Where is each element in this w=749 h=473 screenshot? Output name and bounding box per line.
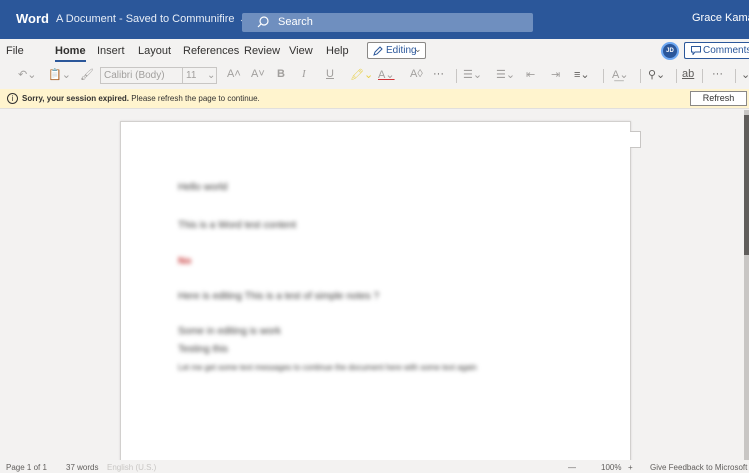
zoom-level[interactable]: 100%: [601, 463, 621, 472]
numbering-icon[interactable]: ☰⌄: [496, 68, 515, 81]
italic-icon[interactable]: I: [302, 68, 306, 80]
document-line[interactable]: Some in editing is work: [178, 326, 281, 337]
user-name[interactable]: Grace Kamau: [692, 12, 749, 24]
decrease-indent-icon[interactable]: ⇤: [526, 68, 535, 81]
menu-tabs: File Home Insert Layout References Revie…: [0, 39, 749, 63]
status-bar: Page 1 of 1 37 words English (U.S.) — 10…: [0, 460, 749, 473]
bold-icon[interactable]: B: [277, 68, 285, 80]
chevron-down-icon[interactable]: ⌄: [741, 68, 749, 81]
tab-review[interactable]: Review: [244, 45, 280, 57]
zoom-out-button[interactable]: —: [568, 463, 576, 472]
document-line[interactable]: No: [178, 256, 191, 267]
document-line[interactable]: Testing this: [178, 344, 228, 355]
notification-body: Please refresh the page to continue.: [131, 94, 260, 103]
increase-indent-icon[interactable]: ⇥: [551, 68, 560, 81]
find-icon[interactable]: ⚲⌄: [648, 68, 665, 81]
search-icon: [257, 16, 269, 28]
tab-references[interactable]: References: [183, 45, 239, 57]
ribbon-divider: [456, 69, 457, 83]
search-input[interactable]: Search: [242, 13, 533, 32]
title-bar: Word A Document - Saved to Communifire ⌄…: [0, 0, 749, 39]
ribbon-toolbar: ↶⌄ 📋⌄ 🖌 Calibri (Body) ⌄ 11 ⌄ A˄ A˅ B I …: [0, 63, 749, 89]
more-options-icon[interactable]: ···: [712, 68, 723, 80]
undo-icon[interactable]: ↶⌄: [18, 68, 36, 81]
bullets-icon[interactable]: ☰⌄: [463, 68, 482, 81]
align-icon[interactable]: ≡⌄: [574, 68, 590, 81]
dictate-icon[interactable]: ab: [682, 68, 694, 80]
zoom-in-button[interactable]: +: [628, 463, 633, 472]
chevron-down-icon: ⌄: [414, 44, 422, 54]
document-title-text: A Document - Saved to Communifire: [56, 13, 235, 25]
document-page[interactable]: Hello world This is a Word test content …: [120, 121, 631, 473]
pencil-icon: [373, 46, 383, 56]
tab-insert[interactable]: Insert: [97, 45, 125, 57]
feedback-link[interactable]: Give Feedback to Microsoft: [650, 463, 747, 472]
avatar[interactable]: JD: [661, 42, 679, 60]
font-name-select[interactable]: Calibri (Body) ⌄: [100, 67, 193, 84]
ribbon-divider: [735, 69, 736, 83]
format-painter-icon[interactable]: 🖌: [80, 68, 94, 81]
comments-label: Comments: [703, 45, 749, 56]
notification-title: Sorry, your session expired.: [22, 94, 130, 103]
ribbon-divider: [676, 69, 677, 83]
font-size-select[interactable]: 11 ⌄: [182, 67, 217, 84]
search-placeholder: Search: [278, 16, 313, 28]
tab-help[interactable]: Help: [326, 45, 349, 57]
page-side-tab[interactable]: [630, 131, 641, 148]
highlight-icon[interactable]: 🖍⌄: [350, 68, 373, 81]
tab-home[interactable]: Home: [55, 45, 86, 62]
document-line[interactable]: Hello world: [178, 182, 227, 193]
more-icon[interactable]: ···: [433, 68, 444, 80]
tab-file[interactable]: File: [6, 45, 24, 57]
session-expired-banner: i Sorry, your session expired. Please re…: [0, 89, 749, 109]
clear-format-icon[interactable]: A◊: [410, 68, 423, 80]
notification-message: Sorry, your session expired. Please refr…: [22, 94, 260, 103]
grow-font-icon[interactable]: A˄: [227, 68, 241, 80]
tab-layout[interactable]: Layout: [138, 45, 171, 57]
language[interactable]: English (U.S.): [107, 463, 156, 472]
document-line[interactable]: Let me get some text messages to continu…: [178, 363, 477, 372]
chevron-down-icon: ⌄: [207, 70, 216, 81]
tab-view[interactable]: View: [289, 45, 313, 57]
editing-mode-label: Editing: [386, 45, 417, 56]
app-name[interactable]: Word: [16, 11, 49, 26]
document-line[interactable]: This is a Word test content: [178, 220, 296, 231]
editing-mode-button[interactable]: Editing ⌄: [367, 42, 426, 59]
ribbon-divider: [702, 69, 703, 83]
styles-icon[interactable]: A͟⌄: [612, 68, 629, 81]
font-name-value: Calibri (Body): [104, 70, 165, 81]
underline-icon[interactable]: U: [326, 68, 334, 80]
comment-icon: [691, 46, 701, 55]
scrollbar-thumb[interactable]: [744, 115, 749, 255]
shrink-font-icon[interactable]: A˅: [251, 68, 265, 80]
clipboard-icon[interactable]: 📋⌄: [48, 68, 71, 81]
comments-button[interactable]: Comments: [684, 42, 749, 59]
document-title[interactable]: A Document - Saved to Communifire ⌄: [56, 13, 247, 25]
document-line[interactable]: Here is editing This is a test of simple…: [178, 291, 379, 302]
ribbon-divider: [603, 69, 604, 83]
info-icon: i: [7, 93, 18, 104]
font-color-icon[interactable]: A⌄: [378, 68, 395, 81]
ribbon-divider: [640, 69, 641, 83]
page-count: Page 1 of 1: [6, 463, 47, 472]
refresh-button[interactable]: Refresh: [690, 91, 747, 106]
word-count[interactable]: 37 words: [66, 463, 98, 472]
font-size-value: 11: [186, 70, 197, 81]
